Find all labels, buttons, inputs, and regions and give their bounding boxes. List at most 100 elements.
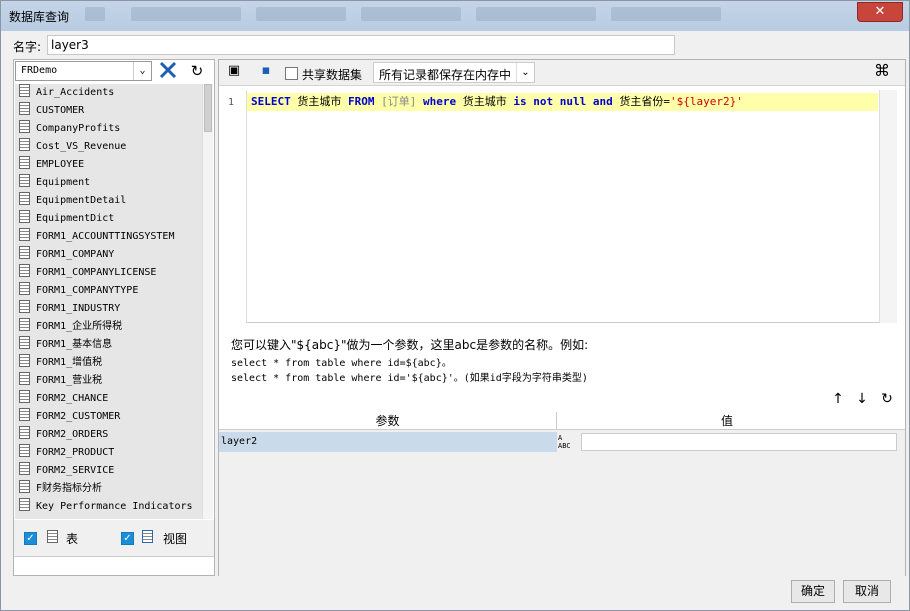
sql-keyword: where (423, 95, 457, 108)
list-item[interactable]: FORM1_COMPANYLICENSE (15, 264, 202, 282)
list-item-label: Equipment (36, 177, 91, 188)
sql-keyword: and (586, 95, 620, 108)
list-item-label: FORM1_COMPANY (36, 249, 115, 260)
settings-tools-icon[interactable] (157, 61, 179, 81)
list-item[interactable]: FORM1_ACCOUNTTINGSYSTEM (15, 228, 202, 246)
list-item[interactable]: FORM1_营业税 (15, 372, 202, 390)
refresh-params-icon[interactable]: ↻ (878, 390, 896, 408)
list-item[interactable]: EquipmentDict (15, 210, 202, 228)
list-item[interactable]: FORM2_CUSTOMER (15, 408, 202, 426)
sql-column: 货主城市 (290, 95, 348, 108)
value-column-header: 值 (720, 414, 733, 428)
sql-column: 货主省份= (619, 95, 670, 108)
list-item[interactable]: EquipmentDetail (15, 192, 202, 210)
list-item[interactable]: Equipment (15, 174, 202, 192)
preview-icon[interactable]: ▣ (223, 61, 245, 81)
list-item[interactable]: FORM1_COMPANY (15, 246, 202, 264)
editor-scrollbar[interactable] (879, 90, 897, 323)
refresh-icon[interactable]: ↻ (186, 61, 208, 81)
list-item[interactable]: Key Performance Indicators (15, 498, 202, 516)
close-button[interactable]: ✕ (857, 2, 903, 22)
memory-mode-selected: 所有记录都保存在内存中 (379, 68, 512, 82)
sql-keyword: SELECT (251, 95, 291, 108)
table-icon (19, 354, 30, 367)
list-item-label: FORM1_COMPANYTYPE (36, 285, 139, 296)
view-checkbox[interactable]: ✓ (121, 532, 134, 545)
name-input[interactable] (47, 35, 675, 55)
list-item-label: EquipmentDetail (36, 195, 127, 206)
type-badge[interactable]: A ABC (558, 432, 580, 452)
share-dataset-checkbox[interactable] (285, 67, 298, 80)
table-search-input[interactable] (14, 556, 214, 575)
list-item[interactable]: FORM1_基本信息 (15, 336, 202, 354)
sql-param: '${layer2}' (669, 95, 743, 108)
list-item-label: FORM1_营业税 (36, 375, 103, 386)
table-icon (19, 84, 30, 97)
parameters-table: 参数 值 layer2 A ABC (219, 412, 905, 576)
list-item[interactable]: FORM2_SERVICE (15, 462, 202, 480)
sql-code-line[interactable]: SELECT 货主城市 FROM [订单] where 货主城市 is not … (247, 93, 878, 111)
list-item[interactable]: FORM2_CHANCE (15, 390, 202, 408)
list-item-label: Air_Accidents (36, 87, 115, 98)
list-item-label: FORM1_INDUSTRY (36, 303, 121, 314)
table-browser-panel: FRDemo ⌄ ↻ Air_Accidents CUSTOMER CompanyP… (13, 59, 215, 576)
param-name-cell[interactable]: layer2 (219, 432, 557, 452)
background-tab (611, 7, 721, 21)
ok-button[interactable]: 确定 (791, 580, 835, 603)
list-item-label: F财务指标分析 (36, 483, 103, 494)
list-item-label: FORM1_增值税 (36, 357, 103, 368)
list-item[interactable]: EMPLOYEE (15, 156, 202, 174)
list-item-label: FORM1_基本信息 (36, 339, 113, 350)
list-item[interactable]: FORM2_PRODUCT (15, 444, 202, 462)
layout-grid-icon[interactable]: ⌘ (871, 61, 893, 81)
list-item-label: FORM2_SERVICE (36, 465, 115, 476)
save-icon[interactable]: ▪ (255, 61, 277, 81)
move-up-icon[interactable]: ↑ (829, 390, 847, 408)
table-checkbox[interactable]: ✓ (24, 532, 37, 545)
list-item[interactable]: CUSTOMER (15, 102, 202, 120)
list-item-label: Key Performance Indicators (36, 501, 193, 512)
table-list-scrollbar[interactable] (202, 84, 213, 519)
database-query-dialog: 数据库查询 ✕ 名字: FRDemo ⌄ ↻ Air_Accidents CUST… (0, 0, 910, 611)
table-icon (19, 408, 30, 421)
table-icon (19, 426, 30, 439)
table-checkbox-label: 表 (66, 532, 79, 546)
list-item-label: FORM2_PRODUCT (36, 447, 115, 458)
chevron-down-icon: ⌄ (133, 62, 151, 80)
list-item-label: FORM1_企业所得税 (36, 321, 123, 332)
sql-editor[interactable]: 1 SELECT 货主城市 FROM [订单] where 货主城市 is no… (219, 90, 897, 323)
param-value-cell[interactable] (581, 433, 897, 451)
list-item[interactable]: Cost_VS_Revenue (15, 138, 202, 156)
list-item[interactable]: FORM1_增值税 (15, 354, 202, 372)
list-item-label: FORM1_ACCOUNTTINGSYSTEM (36, 231, 175, 242)
list-item-label: FORM1_COMPANYLICENSE (36, 267, 157, 278)
move-down-icon[interactable]: ↓ (853, 390, 871, 408)
memory-mode-select[interactable]: 所有记录都保存在内存中 ⌄ (373, 62, 535, 83)
table-icon (19, 210, 30, 223)
query-toolbar: ▣ ▪ 共享数据集 所有记录都保存在内存中 ⌄ ⌘ (219, 60, 905, 86)
name-label: 名字: (13, 40, 42, 54)
chevron-down-icon: ⌄ (516, 63, 534, 82)
list-item[interactable]: Air_Accidents (15, 84, 202, 102)
background-tab (256, 7, 346, 21)
line-number: 1 (228, 97, 235, 108)
list-item[interactable]: FORM1_INDUSTRY (15, 300, 202, 318)
table-icon (19, 318, 30, 331)
background-tab (361, 7, 461, 21)
list-item[interactable]: F财务指标分析 (15, 480, 202, 498)
table-icon (19, 138, 30, 151)
list-item-label: FORM2_CHANCE (36, 393, 109, 404)
list-item[interactable]: CompanyProfits (15, 120, 202, 138)
list-item-label: CompanyProfits (36, 123, 121, 134)
cancel-button[interactable]: 取消 (843, 580, 891, 603)
list-item-label: FORM2_CUSTOMER (36, 411, 121, 422)
datasource-select[interactable]: FRDemo ⌄ (15, 61, 152, 81)
list-item[interactable]: FORM1_企业所得税 (15, 318, 202, 336)
param-hint-example-1: select * from table where id=${abc}。 (231, 358, 452, 369)
table-row[interactable]: layer2 A ABC (219, 432, 905, 452)
list-item[interactable]: FORM2_ORDERS (15, 426, 202, 444)
list-item[interactable]: FORM1_COMPANYTYPE (15, 282, 202, 300)
table-icon (19, 246, 30, 259)
parameters-header: 参数 值 (219, 412, 905, 430)
table-filter-bar: ✓ 表 ✓ 视图 (14, 520, 214, 556)
